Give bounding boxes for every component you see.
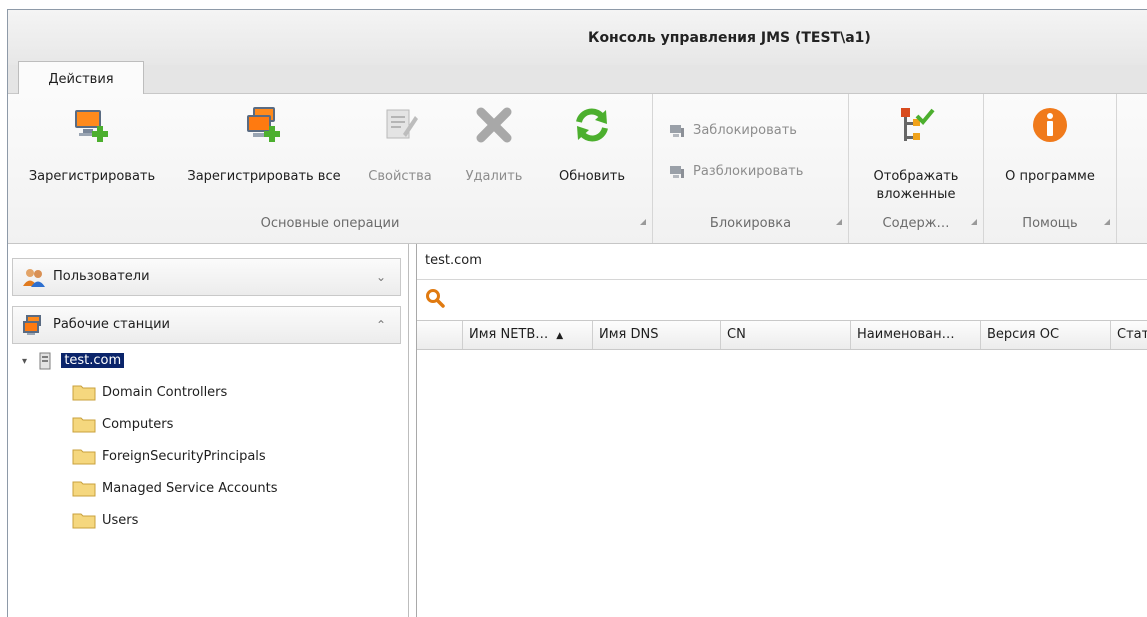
users-icon (23, 269, 45, 287)
ribbon-tab-strip: Действия (8, 61, 1147, 95)
tree-item-label: Users (102, 513, 139, 528)
search-row[interactable] (417, 280, 1147, 312)
show-nested-label: Отображать вложенные (873, 169, 959, 202)
section-users-label: Пользователи (53, 269, 150, 284)
column-name[interactable]: Наименован… (851, 321, 981, 349)
domain-server-icon (39, 352, 51, 369)
lock-computer-icon (670, 124, 684, 137)
show-nested-button[interactable]: Отображать вложенные (853, 98, 979, 210)
column-label: Имя DNS (599, 327, 659, 342)
tree-item-foreign-security-principals[interactable]: ForeignSecurityPrincipals (72, 445, 266, 469)
tree-item-computers[interactable]: Computers (72, 413, 173, 437)
info-icon (1033, 108, 1067, 142)
tree-item-managed-service-accounts[interactable]: Managed Service Accounts (72, 477, 277, 501)
search-icon[interactable] (425, 288, 445, 308)
tree-root-row[interactable]: ▾ test.com (22, 349, 125, 373)
folder-icon (72, 385, 96, 401)
delete-label: Удалить (465, 169, 523, 184)
column-netbios-name[interactable]: Имя NETB… ▲ (463, 321, 593, 349)
main-panel: test.com Имя NETB… ▲ Имя DNS CN Наименова… (416, 244, 1147, 617)
register-all-icon (247, 107, 280, 142)
column-cn[interactable]: CN (721, 321, 851, 349)
unlock-button[interactable]: Разблокировать (669, 161, 803, 183)
column-selector[interactable] (417, 321, 463, 349)
tree-item-label: Managed Service Accounts (102, 481, 278, 496)
section-users[interactable]: Пользователи ⌄ (12, 258, 401, 296)
folder-icon (72, 449, 96, 465)
sort-ascending-icon: ▲ (556, 331, 564, 341)
tree-item-users[interactable]: Users (72, 509, 138, 533)
group-label-content: Содерж… (849, 216, 983, 231)
properties-icon (386, 109, 418, 139)
about-button[interactable]: О программе (988, 98, 1112, 210)
app-window: Консоль управления JMS (TEST\a1) Действи… (7, 9, 1147, 617)
properties-label: Свойства (368, 169, 432, 184)
grid-body (417, 350, 1147, 617)
folder-icon (72, 417, 96, 433)
group-launcher-icon[interactable] (836, 219, 842, 225)
collapse-arrow-icon[interactable]: ▾ (22, 356, 27, 367)
current-path: test.com (425, 253, 482, 268)
group-content: Отображать вложенные Содерж… (849, 94, 984, 243)
group-content-title: Содерж… (882, 216, 950, 231)
about-label: О программе (1005, 169, 1095, 184)
refresh-button[interactable]: Обновить (544, 98, 640, 210)
tree-item-label: ForeignSecurityPrincipals (102, 449, 266, 464)
delete-icon (476, 107, 512, 143)
lock-button[interactable]: Заблокировать (669, 120, 797, 142)
tree-item-domain-controllers[interactable]: Domain Controllers (72, 381, 227, 405)
window-title: Консоль управления JMS (TEST\a1) (588, 30, 871, 46)
register-all-button[interactable]: Зарегистрировать все (186, 98, 342, 210)
column-label: Версия ОС (987, 327, 1060, 342)
title-bar: Консоль управления JMS (TEST\a1) (8, 10, 1147, 65)
group-lock-title: Блокировка (709, 216, 792, 231)
properties-button[interactable]: Свойства (358, 98, 442, 210)
group-label-lock: Блокировка (653, 216, 848, 231)
tree-item-label: Computers (102, 417, 174, 432)
section-workstations-label: Рабочие станции (53, 317, 170, 332)
group-main-operations-title: Основные операции (260, 216, 400, 231)
group-launcher-icon[interactable] (640, 219, 646, 225)
register-all-label: Зарегистрировать все (187, 169, 341, 184)
column-label: CN (727, 327, 746, 342)
folder-icon (72, 481, 96, 497)
delete-button[interactable]: Удалить (454, 98, 534, 210)
group-label-help: Помощь (984, 216, 1116, 231)
folder-icon (72, 513, 96, 529)
column-os-version[interactable]: Версия ОС (981, 321, 1111, 349)
workstations-icon (23, 315, 41, 335)
column-label: Имя NETB… (469, 327, 549, 342)
unlock-computer-icon (670, 165, 684, 178)
navigation-sidebar: Пользователи ⌄ Рабочие станции ⌃ ▾ test.… (8, 244, 409, 617)
group-main-operations: Зарегистрировать Зарегистрировать все Св… (8, 94, 653, 243)
group-label-main-operations: Основные операции (8, 216, 652, 231)
group-launcher-icon[interactable] (971, 219, 977, 225)
column-dns-name[interactable]: Имя DNS (593, 321, 721, 349)
lock-label: Заблокировать (693, 123, 797, 138)
unlock-label: Разблокировать (693, 164, 804, 179)
register-button[interactable]: Зарегистрировать (12, 98, 172, 210)
column-status[interactable]: Стат (1111, 321, 1147, 349)
tree-root-label: test.com (61, 353, 125, 368)
tab-actions[interactable]: Действия (18, 61, 144, 95)
column-label: Наименован… (857, 327, 955, 342)
group-launcher-icon[interactable] (1104, 219, 1110, 225)
column-label: Стат (1117, 327, 1147, 342)
section-workstations[interactable]: Рабочие станции ⌃ (12, 306, 401, 344)
group-lock: Заблокировать Разблокировать Блокировка (653, 94, 849, 243)
register-workstation-icon (75, 110, 108, 142)
ribbon: Зарегистрировать Зарегистрировать все Св… (8, 94, 1147, 244)
refresh-label: Обновить (558, 169, 626, 184)
register-label: Зарегистрировать (28, 169, 156, 184)
grid-header: Имя NETB… ▲ Имя DNS CN Наименован… Версия… (417, 320, 1147, 350)
chevron-down-icon: ⌄ (375, 270, 386, 284)
path-bar: test.com (417, 244, 1147, 280)
group-help: О программе Помощь (984, 94, 1117, 243)
tree-item-label: Domain Controllers (102, 385, 228, 400)
chevron-up-icon: ⌃ (375, 318, 386, 332)
refresh-icon (576, 108, 608, 142)
group-help-title: Помощь (1022, 216, 1078, 231)
show-nested-icon (901, 108, 935, 141)
